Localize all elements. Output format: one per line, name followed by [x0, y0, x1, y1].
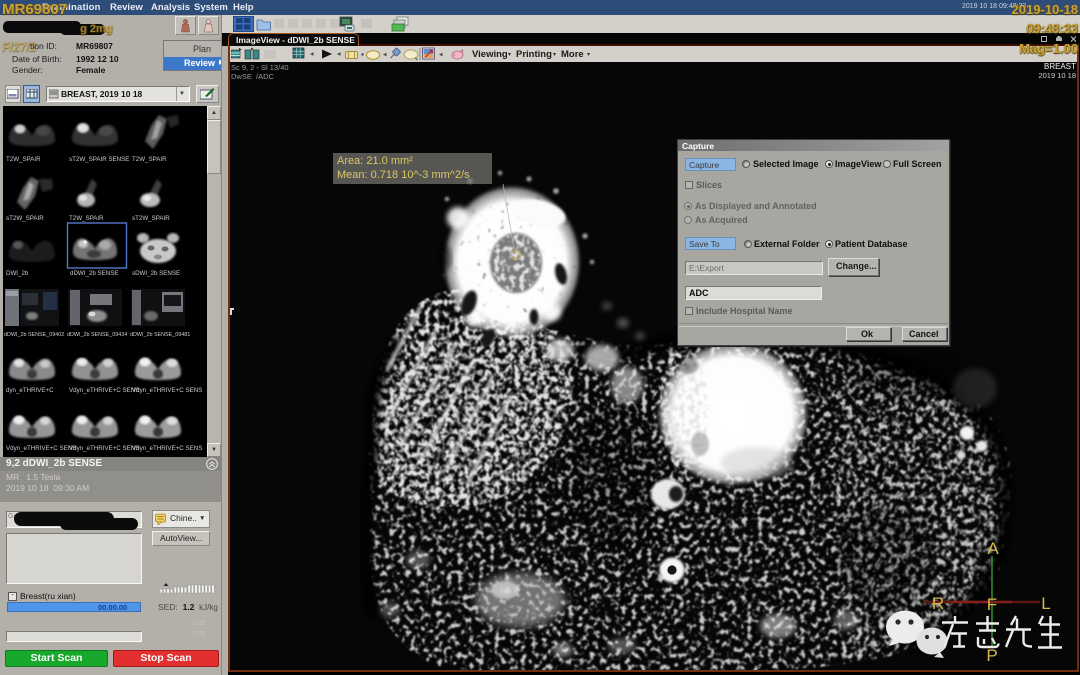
svg-text:Vdyn_eTHRIVE+C SENS: Vdyn_eTHRIVE+C SENS — [132, 387, 202, 394]
svg-text:A: A — [987, 539, 999, 558]
svg-text:dyn_eTHRIVE+C: dyn_eTHRIVE+C — [6, 387, 54, 394]
svg-text:L: L — [1041, 594, 1050, 613]
svg-text:Vdyn_eTHRIVE+C SENS: Vdyn_eTHRIVE+C SENS — [69, 387, 139, 394]
svg-text:P: P — [986, 646, 997, 665]
svg-text:Vdyn_eTHRIVE+C SENS: Vdyn_eTHRIVE+C SENS — [69, 445, 139, 452]
svg-text:DWI_2b: DWI_2b — [6, 270, 29, 277]
svg-text:dDWI_2b SENSE_09434: dDWI_2b SENSE_09434 — [67, 332, 127, 338]
svg-text:Vdyn_eTHRIVE+C SENS: Vdyn_eTHRIVE+C SENS — [6, 445, 76, 452]
svg-text:T2W_SPAIR: T2W_SPAIR — [6, 156, 41, 163]
svg-text:sT2W_SPAIR: sT2W_SPAIR — [132, 215, 170, 222]
svg-text:T2W_SPAIR: T2W_SPAIR — [69, 215, 104, 222]
svg-text:Vdyn_eTHRIVE+C SENS: Vdyn_eTHRIVE+C SENS — [132, 445, 202, 452]
svg-text:F: F — [987, 595, 997, 614]
svg-text:sT2W_SPAIR SENSE: sT2W_SPAIR SENSE — [69, 156, 129, 163]
svg-text:dDWI_2b SENSE_09481: dDWI_2b SENSE_09481 — [130, 332, 190, 338]
svg-text:sDWI_2b SENSE: sDWI_2b SENSE — [132, 270, 180, 277]
svg-text:dDWI_2b SENSE_09402: dDWI_2b SENSE_09402 — [4, 332, 64, 338]
svg-text:sT2W_SPAIR: sT2W_SPAIR — [6, 215, 44, 222]
svg-text:T2W_SPAIR: T2W_SPAIR — [132, 156, 167, 163]
svg-text:R: R — [932, 594, 944, 613]
svg-text:dDWI_2b SENSE: dDWI_2b SENSE — [70, 270, 119, 277]
